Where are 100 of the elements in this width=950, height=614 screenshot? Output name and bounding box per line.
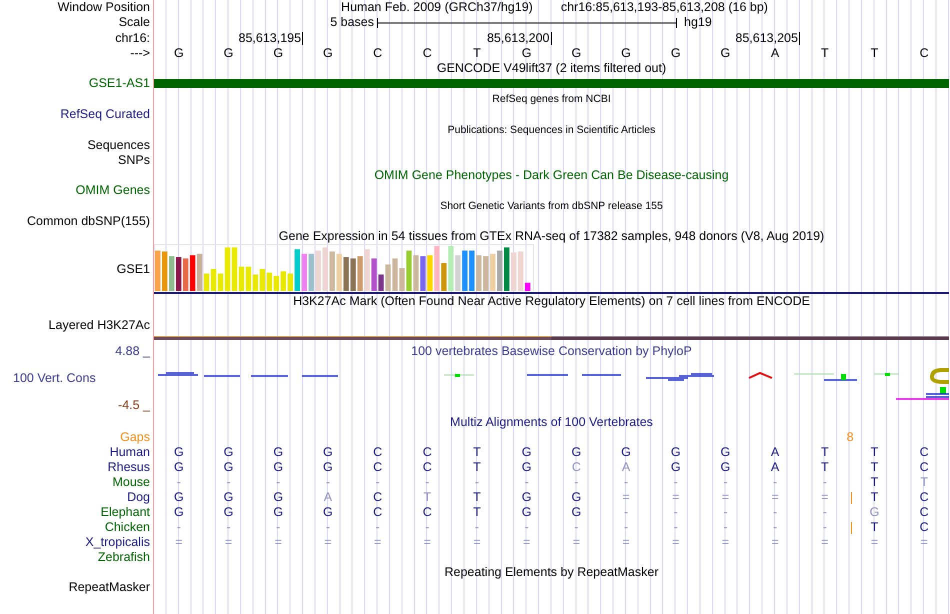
aligned-base: C <box>372 460 384 475</box>
base-letter: G <box>172 46 185 61</box>
base-letter: G <box>620 46 632 61</box>
aligned-base: = <box>870 535 880 550</box>
species-label[interactable]: Zebrafish <box>98 550 150 565</box>
aligned-base: = <box>671 535 680 550</box>
aligned-base: - <box>324 475 331 490</box>
aligned-base: - <box>822 520 828 535</box>
aligned-base: = <box>920 535 929 550</box>
track-title: RefSeq genes from NCBI <box>492 92 611 106</box>
aligned-base: G <box>520 460 533 475</box>
expression-bar-drawing[interactable] <box>154 244 534 292</box>
species-label[interactable]: Chicken <box>104 520 150 535</box>
species-label[interactable]: X_tropicalis <box>85 535 150 550</box>
track-label: Gaps <box>120 430 150 445</box>
aligned-base: C <box>918 490 930 505</box>
aligned-base: - <box>424 520 430 535</box>
base-letter: G <box>520 46 533 61</box>
track-title: 100 vertebrates Basewise Conservation by PhyloP <box>411 344 692 359</box>
aligned-base: G <box>222 490 234 505</box>
aligned-base: G <box>272 445 284 460</box>
aligned-base: - <box>275 520 282 535</box>
base-letter: C <box>372 46 384 61</box>
aligned-base: C <box>918 460 930 475</box>
track-label[interactable]: SNPs <box>118 153 150 168</box>
assembly-title: Human Feb. 2009 (GRCh37/hg19) <box>341 0 533 15</box>
track-label[interactable]: Common dbSNP(155) <box>27 214 150 229</box>
aligned-base: G <box>222 445 234 460</box>
track-label[interactable]: RepeatMasker <box>68 580 150 595</box>
species-label[interactable]: Rhesus <box>108 460 150 475</box>
aligned-base: T <box>870 445 880 460</box>
base-letter: C <box>422 46 433 61</box>
gene-label[interactable]: GSE1-AS1 <box>88 76 150 91</box>
base-letter: G <box>570 46 582 61</box>
aligned-base: G <box>570 445 582 460</box>
base-letter: T <box>472 46 482 61</box>
track-label: Layered H3K27Ac <box>48 318 150 333</box>
aligned-base: C <box>372 445 384 460</box>
aligned-base: - <box>374 475 381 490</box>
aligned-base: G <box>620 445 632 460</box>
track-label[interactable]: OMIM Genes <box>76 183 150 198</box>
base-letter: A <box>770 46 780 61</box>
aligned-base: T <box>422 490 432 505</box>
aligned-base: C <box>570 460 582 475</box>
aligned-base: G <box>272 505 284 520</box>
aligned-base: T <box>472 490 482 505</box>
aligned-base: G <box>322 505 334 520</box>
aligned-base: T <box>870 520 880 535</box>
aligned-base: T <box>919 475 929 490</box>
aligned-base: = <box>820 535 830 550</box>
species-label[interactable]: Human <box>110 445 150 460</box>
aligned-base: = <box>621 490 631 505</box>
aligned-base: A <box>770 445 780 460</box>
aligned-base: - <box>176 475 182 490</box>
scale-text: 5 bases <box>330 15 375 30</box>
aligned-base: A <box>770 460 780 475</box>
base-letter: G <box>322 46 334 61</box>
scale-assembly: hg19 <box>683 15 713 30</box>
aligned-base: C <box>372 505 384 520</box>
aligned-base: - <box>622 520 630 535</box>
aligned-base: - <box>672 520 679 535</box>
aligned-base: - <box>722 505 728 520</box>
aligned-base: = <box>820 490 830 505</box>
aligned-base: T <box>820 460 830 475</box>
track-title: Gene Expression in 54 tissues from GTEx RNA-seq of 17382 samples, 948 donors (V8, Aug 2019) <box>278 229 824 244</box>
aligned-base: G <box>868 505 880 520</box>
aligned-base: = <box>770 490 780 505</box>
aligned-base: G <box>670 445 682 460</box>
track-label: chr16: <box>115 30 150 46</box>
track-title: OMIM Gene Phenotypes - Dark Green Can Be Disease-causing <box>374 168 729 183</box>
aligned-base: G <box>322 460 334 475</box>
axis-min-label: -4.5 _ <box>117 398 150 413</box>
aligned-base: A <box>322 490 334 505</box>
aligned-base: - <box>474 520 480 535</box>
aligned-base: - <box>822 505 828 520</box>
aligned-base: - <box>474 475 480 490</box>
aligned-base: - <box>622 505 630 520</box>
aligned-base: T <box>870 490 880 505</box>
aligned-base: - <box>524 520 530 535</box>
aligned-base: - <box>374 520 381 535</box>
aligned-base: = <box>174 535 184 550</box>
aligned-base: - <box>424 475 430 490</box>
aligned-base: G <box>272 490 284 505</box>
species-label[interactable]: Mouse <box>112 475 150 490</box>
aligned-base: G <box>222 460 234 475</box>
base-letter: G <box>272 46 284 61</box>
track-label: Scale <box>118 15 150 30</box>
aligned-base: T <box>870 475 880 490</box>
aligned-base: C <box>918 505 930 520</box>
species-label[interactable]: Elephant <box>100 505 150 520</box>
base-letter: G <box>670 46 682 61</box>
track-label: Window Position <box>58 0 150 15</box>
aligned-base: = <box>472 535 482 550</box>
aligned-base: = <box>770 535 780 550</box>
aligned-base: - <box>672 505 679 520</box>
aligned-base: - <box>672 475 679 490</box>
species-label[interactable]: Dog <box>127 490 150 505</box>
track-label[interactable]: RefSeq Curated <box>60 107 150 122</box>
aligned-base: = <box>720 535 730 550</box>
track-label[interactable]: Sequences <box>87 138 150 153</box>
